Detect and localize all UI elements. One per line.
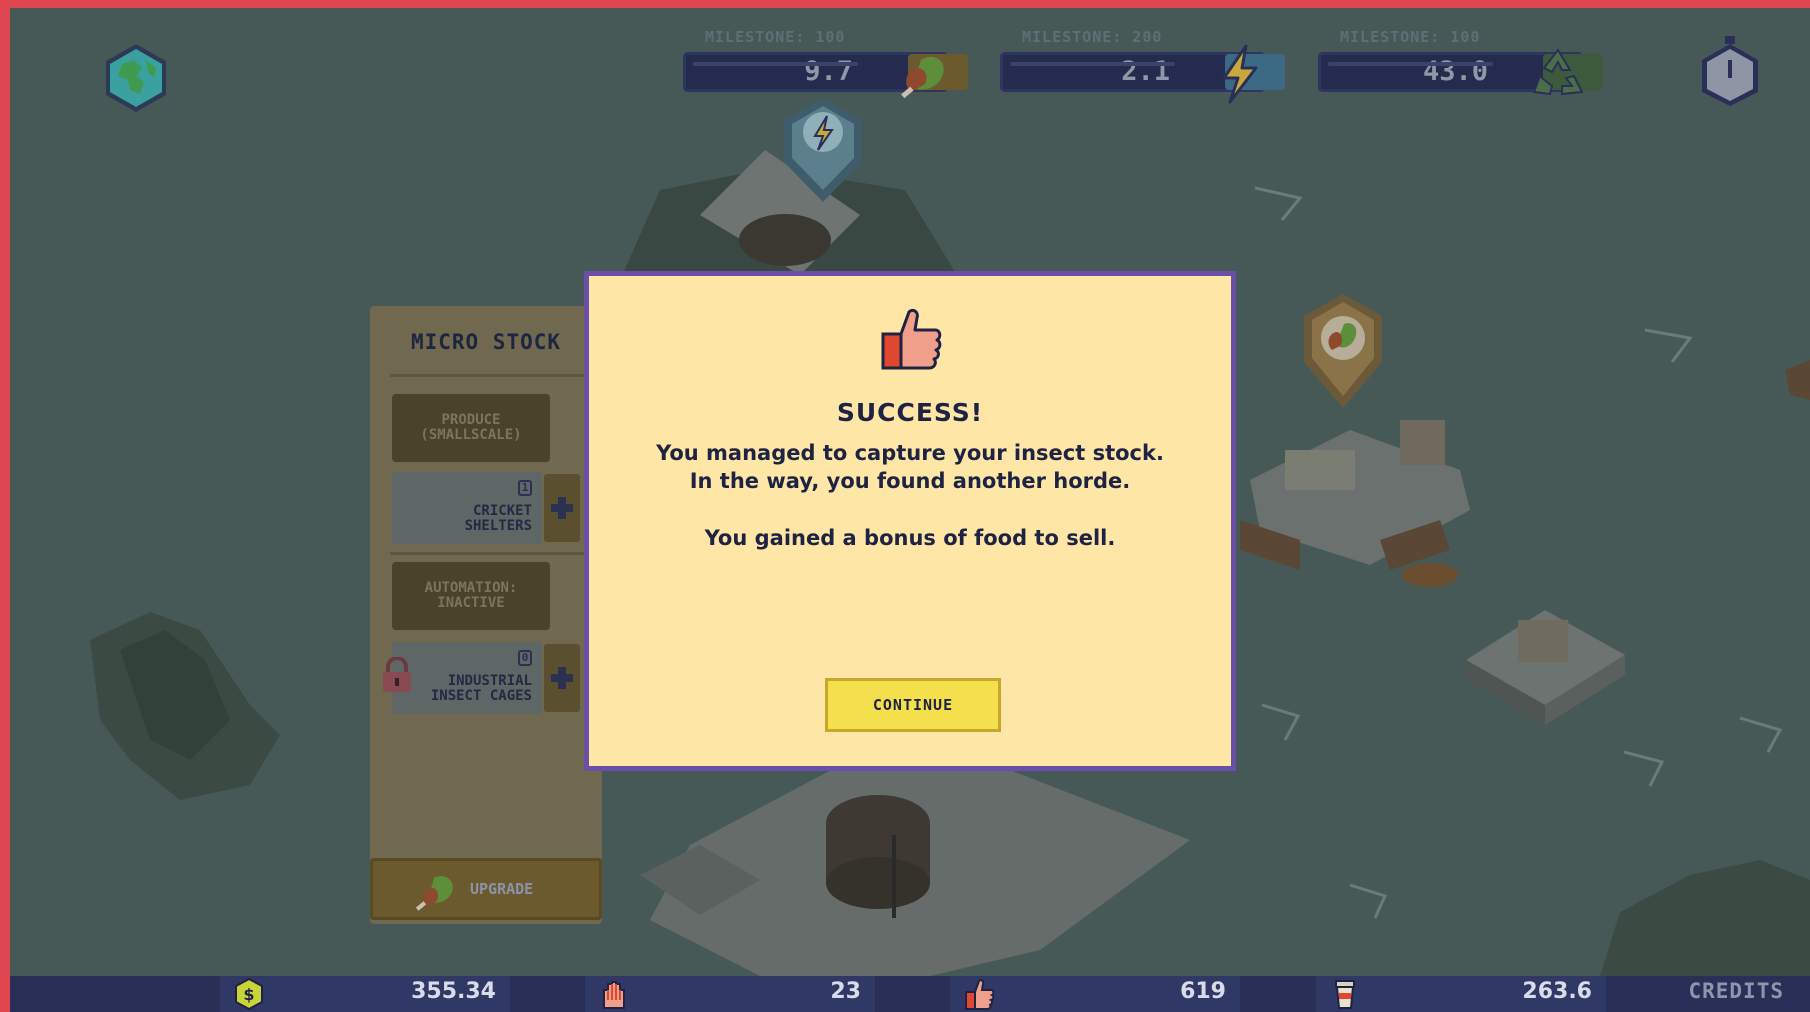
dialog-message-line1: You managed to capture your insect stock… [656,441,1164,465]
game-screen: MILESTONE: 100 9.7 MILESTONE: 200 2.1 MI… [0,0,1810,1012]
lock-icon [383,657,411,692]
panel-divider [390,374,586,377]
industrial-label-line1: INDUSTRIAL [447,673,532,689]
plus-icon [551,497,573,519]
cricket-shelters-count: 1 [518,480,532,496]
waste-value: 263.6 [1522,979,1592,1004]
panel-divider [390,552,586,555]
thumbs-up-icon [881,308,942,370]
plus-icon [551,667,573,689]
continue-button[interactable]: CONTINUE [825,678,1001,732]
milestone-food-label: MILESTONE: 100 [705,28,846,46]
recycle-icon [1532,48,1584,96]
cricket-shelters-label: CRICKET SHELTERS [465,504,532,534]
stopwatch-icon[interactable] [1694,34,1766,108]
food-drumstick-leaf-icon [415,875,453,911]
approval-value: 619 [1180,979,1226,1004]
upgrade-button[interactable]: UPGRADE [370,858,602,920]
svg-text:$: $ [243,985,254,1004]
milestone-energy: MILESTONE: 200 2.1 [1000,28,1290,104]
milestone-recycle-value: 43.0 [1422,56,1488,87]
cricket-shelters-label-line1: CRICKET [472,503,532,519]
industrial-insect-cages-label: INDUSTRIAL INSECT CAGES [431,674,532,704]
trash-bin-icon [1335,980,1355,1009]
credits-button[interactable]: CREDITS [1688,979,1784,1003]
lightning-energy-icon [1222,44,1258,104]
milestone-food-value: 9.7 [804,56,853,87]
automation-label-line1: AUTOMATION: [424,580,518,596]
produce-smallscale-button[interactable]: PRODUCE (SMALLSCALE) [392,394,550,462]
money-value: 355.34 [411,979,496,1004]
automation-label-line2: INACTIVE [437,595,505,611]
population-value: 23 [830,979,861,1004]
people-hands-icon [603,981,625,1009]
success-dialog: SUCCESS! You managed to capture your ins… [584,271,1236,771]
thumbs-up-icon [965,979,994,1010]
automation-toggle-button[interactable]: AUTOMATION: INACTIVE [392,562,550,630]
milestone-energy-value: 2.1 [1121,56,1170,87]
map-marker-food[interactable] [1300,292,1386,410]
milestone-recycle-label: MILESTONE: 100 [1340,28,1481,46]
map-marker-energy[interactable] [780,96,866,204]
industrial-label-line2: INSECT CAGES [430,688,532,704]
industrial-insect-cages-count: 0 [518,650,532,666]
dialog-title: SUCCESS! [836,398,984,427]
add-cricket-shelter-button[interactable] [544,474,580,542]
micro-stock-title: MICRO STOCK [410,330,562,354]
micro-stock-panel: MICRO STOCK PRODUCE (SMALLSCALE) 1 CRICK… [370,306,602,924]
milestone-food: MILESTONE: 100 9.7 [683,28,973,99]
population-stat: 23 [585,976,875,1012]
money-stat: $ 355.34 [220,976,510,1012]
earth-icon[interactable] [100,42,172,114]
waste-stat: 263.6 [1316,976,1606,1012]
add-industrial-cage-button[interactable] [544,644,580,712]
dialog-message-line2: In the way, you found another horde. [689,469,1131,493]
approval-stat: 619 [950,976,1240,1012]
milestone-energy-label: MILESTONE: 200 [1022,28,1163,46]
upgrade-label: UPGRADE [470,880,534,898]
cricket-shelters-label-line2: SHELTERS [464,518,532,534]
food-drumstick-leaf-icon [901,56,944,99]
resource-bar: $ 355.34 23 619 263.6 CREDITS [10,976,1810,1012]
coin-icon: $ [235,978,263,1010]
cricket-shelters-card[interactable]: 1 CRICKET SHELTERS [392,472,542,544]
milestone-recycle: MILESTONE: 100 43.0 [1318,28,1608,98]
dialog-message-line3: You gained a bonus of food to sell. [704,526,1116,550]
industrial-insect-cages-card[interactable]: 0 INDUSTRIAL INSECT CAGES [392,642,542,714]
